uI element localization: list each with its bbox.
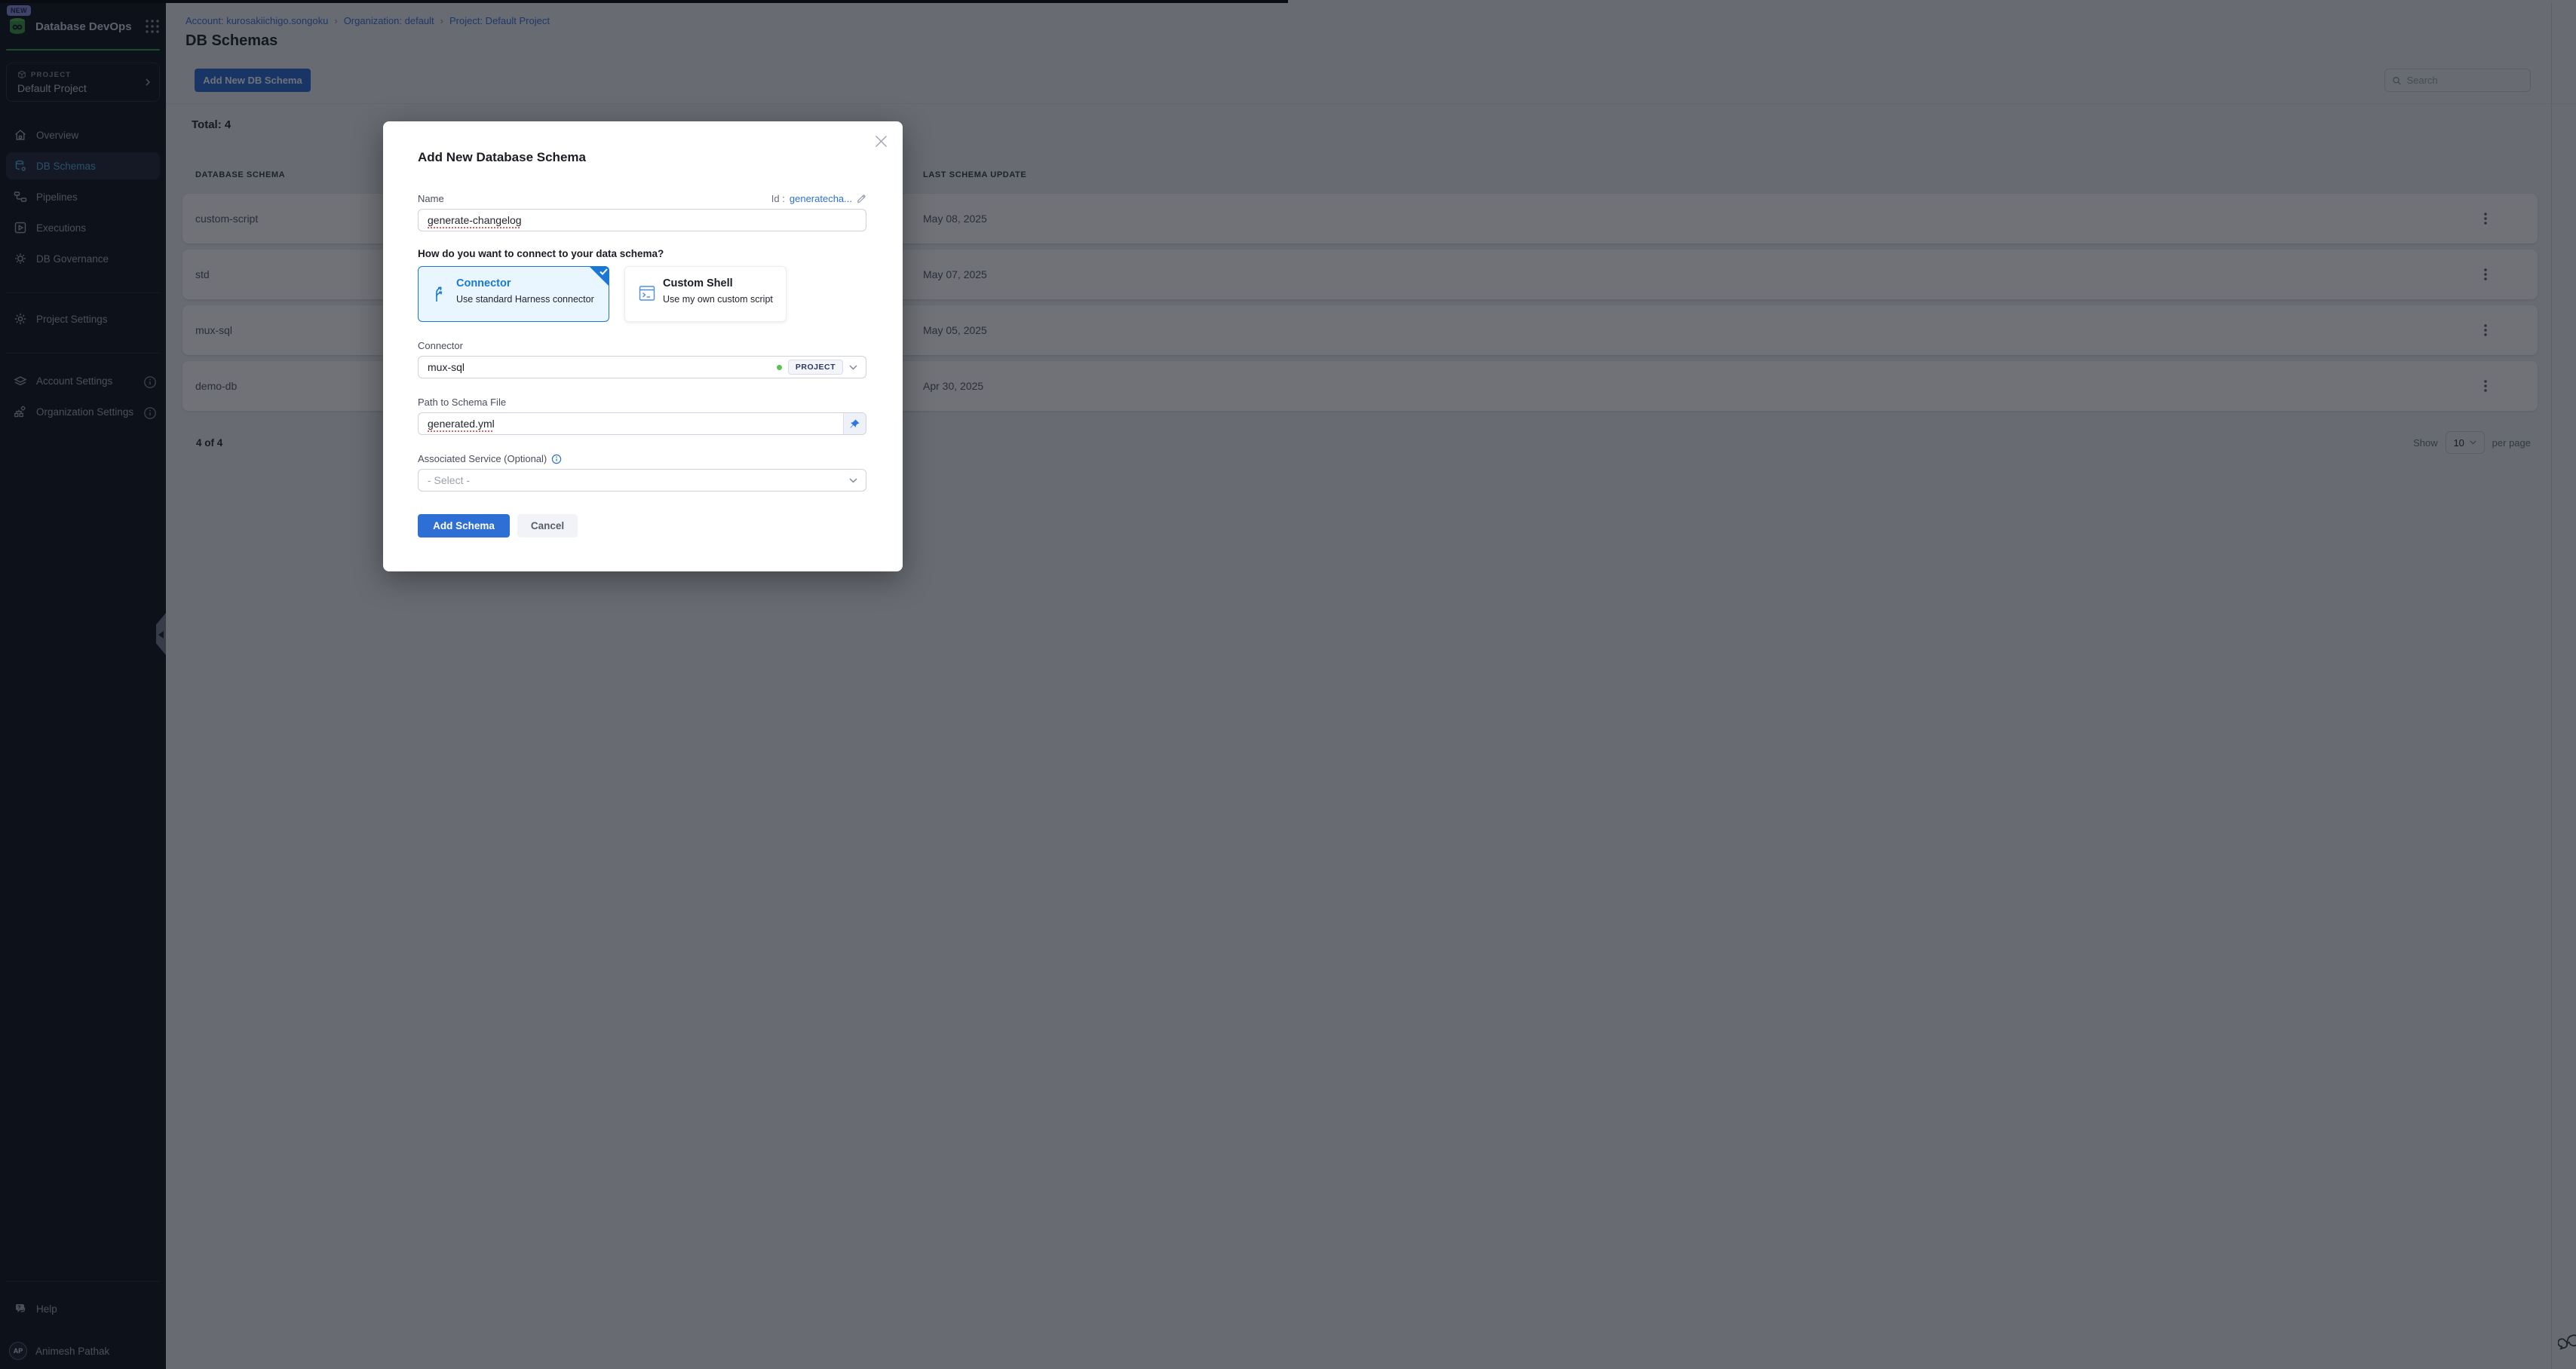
path-input[interactable]: generated.yml	[418, 412, 866, 435]
connection-options: Connector Use standard Harness connector…	[418, 266, 866, 322]
associated-service-label: Associated Service (Optional)	[418, 453, 866, 464]
edit-pencil-icon[interactable]	[857, 194, 866, 204]
close-icon[interactable]	[875, 135, 888, 148]
chevron-down-icon	[849, 365, 857, 370]
connector-branch-icon	[432, 283, 449, 303]
cancel-button[interactable]: Cancel	[517, 514, 578, 537]
modal-title: Add New Database Schema	[418, 150, 866, 165]
scope-status-dot	[777, 365, 782, 370]
id-prefix: Id :	[771, 193, 785, 204]
info-icon[interactable]	[551, 454, 562, 464]
connection-question: How do you want to connect to your data …	[418, 248, 866, 259]
associated-service-select[interactable]: - Select -	[418, 469, 866, 492]
option-custom-shell[interactable]: Custom Shell Use my own custom script	[624, 266, 787, 322]
terminal-icon	[639, 283, 655, 303]
name-field-row: Name Id : generatecha...	[418, 193, 866, 204]
path-label: Path to Schema File	[418, 397, 866, 408]
name-input[interactable]: generate-changelog	[418, 209, 866, 231]
option-connector[interactable]: Connector Use standard Harness connector	[418, 266, 609, 322]
scope-badge: PROJECT	[788, 360, 843, 375]
name-label: Name	[418, 193, 444, 204]
selected-check-icon	[589, 266, 609, 286]
add-schema-modal: Add New Database Schema Name Id : genera…	[383, 121, 903, 571]
schema-id: Id : generatecha...	[771, 193, 866, 204]
connector-select[interactable]: mux-sql PROJECT	[418, 356, 866, 378]
id-value-link[interactable]: generatecha...	[790, 193, 852, 204]
chevron-down-icon	[849, 478, 857, 483]
connector-label: Connector	[418, 340, 866, 351]
add-schema-button[interactable]: Add Schema	[418, 514, 510, 537]
modal-actions: Add Schema Cancel	[418, 514, 866, 537]
pin-runtime-input-icon[interactable]	[843, 413, 866, 434]
